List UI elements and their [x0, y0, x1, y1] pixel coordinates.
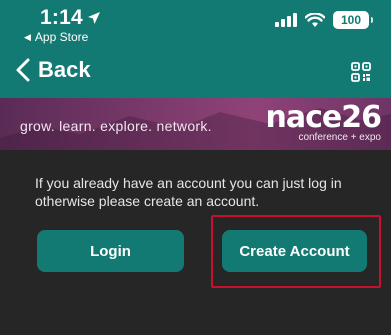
conference-banner: grow. learn. explore. network. nace26 co… — [0, 98, 391, 150]
status-indicators: 100 — [275, 11, 373, 29]
app-screen: 1:14 ◀ App Store 100 Back grow. learn. e… — [0, 0, 391, 335]
back-button[interactable]: Back — [16, 57, 91, 83]
battery-icon: 100 — [333, 11, 373, 29]
back-to-app-store[interactable]: ◀ App Store — [24, 30, 88, 44]
battery-level: 100 — [340, 13, 362, 27]
nace-logo-name: nace26 — [265, 100, 382, 135]
status-time-text: 1:14 — [40, 6, 83, 29]
cellular-signal-icon — [275, 13, 297, 27]
back-to-app-store-label: App Store — [34, 30, 89, 44]
nace-logo: nace26 conference + expo — [265, 100, 382, 144]
chevron-left-icon — [16, 58, 30, 82]
back-triangle-icon: ◀ — [24, 31, 31, 42]
wifi-icon — [305, 12, 325, 27]
status-time: 1:14 — [40, 6, 101, 30]
banner-tagline: grow. learn. explore. network. — [20, 118, 212, 134]
back-button-label: Back — [38, 57, 91, 82]
header-bar: 1:14 ◀ App Store 100 Back — [0, 0, 391, 98]
create-account-button[interactable]: Create Account — [222, 230, 367, 272]
location-arrow-icon — [87, 12, 100, 24]
login-choice-panel: If you already have an account you can j… — [0, 150, 391, 335]
qr-code-icon[interactable] — [351, 62, 371, 82]
login-button[interactable]: Login — [37, 230, 184, 272]
account-message: If you already have an account you can j… — [35, 175, 342, 209]
